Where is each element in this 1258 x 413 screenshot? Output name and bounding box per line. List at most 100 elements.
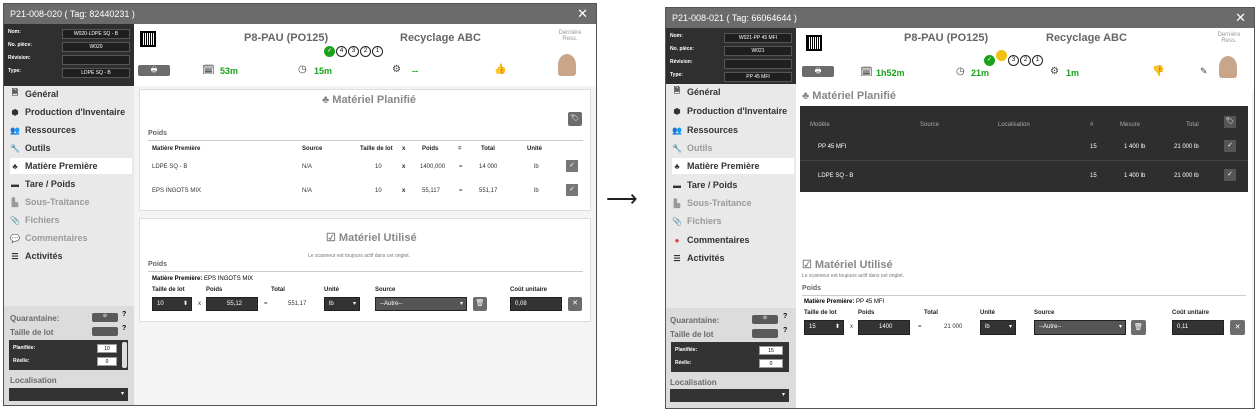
remove-button[interactable]: ✕ (1230, 320, 1245, 335)
revision-field[interactable] (724, 59, 792, 69)
gears-time: -- (412, 66, 418, 76)
check-button[interactable]: ✓ (1224, 140, 1236, 152)
nav-raw-material[interactable]: ♣ Matière Première (672, 158, 794, 174)
real-value: 0 (759, 359, 783, 368)
quarantine-toggle[interactable]: ⊘ (92, 313, 118, 322)
real-value: 0 (97, 357, 117, 366)
machine-name: P8-PAU (PO125) (244, 32, 329, 44)
nom-label: Nom: (670, 33, 683, 39)
type-field[interactable]: PP 45 MFI (724, 72, 792, 82)
cell-measure: 1 400 lb (1124, 173, 1146, 179)
cell-model: LDPE SQ - B (818, 173, 854, 179)
eq-sign: = (918, 324, 922, 330)
help-icon[interactable]: ? (783, 327, 787, 334)
document-icon: 🗎 (673, 86, 681, 95)
step-3: 3 (1008, 55, 1019, 66)
lot-stepper[interactable]: 10 ⬍ (152, 297, 192, 311)
lot-toggle[interactable] (752, 329, 778, 338)
list-icon: ☰ (673, 253, 681, 263)
unit-select[interactable]: lb ▾ (980, 320, 1016, 335)
source-select[interactable]: --Autre-- ▾ (375, 297, 467, 311)
nav-tare[interactable]: ▬ Tare / Poids (672, 177, 794, 193)
print-button[interactable]: 🖶 (802, 66, 834, 77)
lot-toggle[interactable] (92, 327, 118, 336)
avatar[interactable] (1219, 56, 1237, 78)
nav-comments[interactable]: 💬 Commentaires (10, 230, 132, 246)
print-button[interactable]: 🖶 (138, 65, 170, 76)
nav-production[interactable]: ⬢ Production d'Inventaire (672, 103, 794, 119)
nav-tools[interactable]: 🔧 Outils (10, 140, 132, 156)
nav-general[interactable]: 🗎 Général (10, 86, 132, 102)
poids-input[interactable]: 55,12 (206, 297, 258, 311)
piece-field[interactable]: W021 (724, 46, 792, 56)
nav-resources[interactable]: 👥 Ressources (672, 122, 794, 138)
nav-files[interactable]: 📎 Fichiers (10, 212, 132, 228)
wrench-icon: 🔧 (10, 143, 20, 153)
type-field[interactable]: LDPE SQ - B (62, 68, 130, 78)
ress-label: Ress. (562, 36, 578, 42)
quarantine-toggle[interactable]: ⊘ (752, 315, 778, 324)
cell-total: 551,17 (479, 188, 498, 194)
avatar[interactable] (558, 54, 576, 76)
trash-button[interactable]: 🗑 (473, 297, 487, 311)
planned-title-text: Matériel Planifié (812, 90, 897, 102)
nav-tools[interactable]: 🔧 Outils (672, 140, 794, 156)
source-value: --Autre-- (380, 301, 403, 307)
col-source: Source (302, 146, 323, 152)
remove-button[interactable]: ✕ (568, 297, 582, 311)
help-icon[interactable]: ? (122, 325, 126, 332)
check-button[interactable]: ✓ (566, 184, 578, 196)
lot-stepper[interactable]: 15 ⬍ (804, 320, 844, 335)
help-icon[interactable]: ? (122, 311, 126, 318)
nav-resources[interactable]: 👥 Ressources (10, 122, 132, 138)
col-count: # (1090, 122, 1094, 128)
nav-general[interactable]: 🗎 Général (672, 84, 794, 100)
nav-label: Sous-Traitance (687, 198, 752, 208)
chevron-down-icon: ▾ (459, 301, 463, 307)
nom-field[interactable]: W021-PP 45 MFI (724, 33, 792, 43)
magic-wand-icon[interactable]: ✎ (1200, 66, 1208, 77)
check-button[interactable]: ✓ (1224, 169, 1236, 181)
nav-subcontract[interactable]: ▙ Sous-Traitance (10, 194, 132, 210)
nav-activities[interactable]: ☰ Activités (10, 248, 132, 264)
tag-button[interactable]: 🏷 (568, 112, 582, 126)
trash-button[interactable]: 🗑 (1131, 320, 1146, 335)
scrollbar[interactable] (122, 342, 127, 368)
unit-label: Unité (980, 310, 995, 316)
check-button[interactable]: ✓ (566, 160, 578, 172)
step-4: 4 (336, 46, 347, 57)
revision-field[interactable] (62, 55, 130, 65)
location-select[interactable]: ▾ (670, 389, 789, 402)
revision-label: Révision: (670, 59, 693, 65)
nom-field[interactable]: W020-LDPE SQ - B (62, 29, 130, 39)
nav-production[interactable]: ⬢ Production d'Inventaire (10, 104, 132, 120)
poids-input[interactable]: 1400 (858, 320, 910, 335)
nav-subcontract[interactable]: ▙ Sous-Traitance (672, 195, 794, 211)
nav-files[interactable]: 📎 Fichiers (672, 213, 794, 229)
piece-field[interactable]: W020 (62, 42, 130, 52)
company-name: Recyclage ABC (1046, 32, 1127, 44)
main-content: ♣ Matériel Planifié Modèle Source Locali… (796, 84, 1252, 408)
nav-activities[interactable]: ☰ Activités (672, 250, 794, 266)
close-icon[interactable]: ✕ (1235, 8, 1246, 28)
nav-tare[interactable]: ▬ Tare / Poids (10, 176, 132, 192)
cell-model: PP 45 MFI (818, 144, 847, 150)
close-icon[interactable]: ✕ (577, 4, 588, 24)
chevron-down-icon: ▾ (1118, 324, 1122, 330)
mp-line: Matière Première: PP 45 MFI (804, 299, 884, 305)
company-name: Recyclage ABC (400, 32, 481, 44)
unit-select[interactable]: lb ▾ (324, 297, 360, 311)
source-select[interactable]: --Autre-- ▾ (1034, 320, 1126, 335)
cost-input[interactable]: 0,08 (510, 297, 562, 311)
location-label: Localisation (670, 378, 717, 387)
cost-input[interactable]: 0,11 (1172, 320, 1224, 335)
type-label: Type: (8, 68, 21, 74)
nav-raw-material[interactable]: ♣ Matière Première (10, 158, 132, 174)
alert-icon: ● (674, 235, 680, 245)
cell-total: 21 000 lb (1174, 173, 1199, 179)
location-select[interactable]: ▾ (9, 388, 128, 401)
tag-button[interactable]: 🏷 (1224, 116, 1236, 128)
help-icon[interactable]: ? (783, 313, 787, 320)
total-label: Total (271, 287, 285, 293)
nav-comments[interactable]: ● Commentaires (672, 232, 794, 248)
